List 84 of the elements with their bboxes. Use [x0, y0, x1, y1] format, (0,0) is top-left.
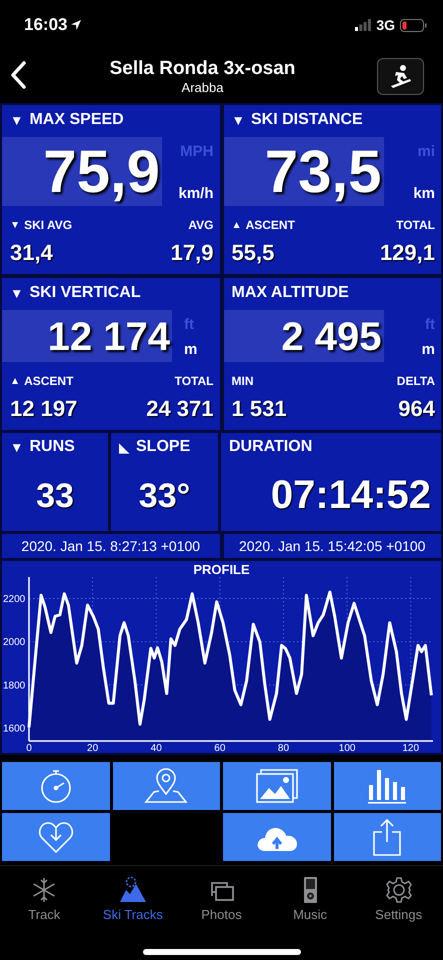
sub-label: TOTAL [174, 374, 214, 388]
stat-title: RUNS [29, 438, 75, 456]
x-tick-label: 0 [26, 743, 32, 751]
sub-label: AVG [188, 218, 214, 232]
x-tick-label: 40 [150, 743, 162, 751]
activity-button[interactable] [377, 58, 424, 95]
settings-icon [384, 876, 413, 904]
heart-button[interactable] [2, 813, 110, 861]
screen-title: Sella Ronda 3x-osan [110, 58, 296, 80]
photos-icon [254, 768, 299, 804]
stat-title: SLOPE [136, 438, 190, 456]
stat-value: 33° [138, 477, 192, 516]
sub-value: 1 531 [232, 396, 288, 422]
sub-label: SKI AVG [24, 218, 72, 232]
sub-label: TOTAL [396, 218, 435, 232]
unit-label[interactable]: km [413, 185, 435, 202]
x-tick-label: 100 [338, 743, 356, 751]
stat-value: 07:14:52 [270, 473, 432, 518]
stat-value: 12 174 [2, 310, 172, 362]
y-tick-label: 1800 [3, 680, 26, 692]
stat-value: 2 495 [224, 310, 384, 362]
bar-chart-icon [367, 768, 408, 804]
x-tick-label: 20 [87, 743, 98, 751]
marker-glyph: ▼ [10, 440, 24, 454]
unit-label[interactable]: m [422, 341, 435, 358]
share-icon [372, 818, 402, 856]
bar-chart-button[interactable] [334, 762, 441, 810]
location-arrow-icon [70, 19, 82, 31]
cloud-upload-button[interactable] [223, 813, 330, 861]
unit-label[interactable]: m [184, 341, 198, 358]
stat-title: DURATION [229, 438, 312, 456]
battery-icon [400, 18, 427, 32]
marker-glyph: ◣ [119, 439, 130, 455]
heart-icon [38, 820, 74, 854]
screen-subtitle: Arabba [182, 80, 224, 95]
sub-value: 55,5 [232, 240, 276, 266]
sub-label: MIN [232, 374, 254, 388]
marker-glyph: ▼ [10, 112, 24, 128]
y-tick-label: 2000 [3, 637, 26, 648]
clock-time: 16:03 [24, 15, 68, 35]
tab[interactable]: Photos [177, 866, 266, 932]
chart-title: PROFILE [193, 562, 250, 577]
tab[interactable]: Music [266, 866, 354, 932]
sub-value: 31,4 [10, 240, 54, 266]
stat-title: SKI DISTANCE [250, 111, 363, 129]
sub-label: DELTA [396, 374, 435, 388]
sub-value: 12 197 [10, 396, 78, 422]
unit-label[interactable]: km/h [178, 185, 214, 202]
stat-title: MAX SPEED [29, 111, 124, 129]
map-pin-icon [144, 768, 188, 804]
tab[interactable]: Track [0, 866, 89, 932]
marker-glyph: ▲ [232, 220, 242, 230]
marker-glyph: ▲ [10, 376, 20, 386]
stopwatch-button[interactable] [2, 762, 110, 810]
y-tick-label: 2200 [3, 594, 26, 606]
stat-value: 73,5 [224, 137, 384, 206]
sub-label: ASCENT [24, 374, 74, 388]
timestamp: 2020. Jan 15. 15:42:05 +0100 [224, 534, 441, 558]
sub-value: 24 371 [146, 396, 214, 422]
marker-glyph: ▼ [232, 112, 245, 128]
photos-button[interactable] [223, 762, 330, 810]
x-tick-label: 60 [214, 743, 226, 751]
sub-label: ASCENT [246, 218, 295, 232]
signal-icon [355, 19, 372, 31]
sub-value: 17,9 [170, 240, 214, 266]
network-label: 3G [376, 17, 395, 33]
tab[interactable]: Settings [354, 866, 443, 932]
x-tick-label: 120 [402, 743, 420, 751]
mountain-icon [118, 876, 147, 904]
sub-value: 129,1 [380, 240, 435, 266]
marker-glyph: ▼ [10, 220, 20, 230]
y-tick-label: 1600 [3, 724, 26, 735]
x-tick-label: 80 [278, 743, 290, 751]
back-button[interactable] [10, 61, 28, 92]
tab[interactable]: Ski Tracks [88, 866, 178, 932]
sub-value: 964 [398, 396, 435, 422]
map-pin-button[interactable] [112, 762, 220, 810]
stat-title: MAX ALTITUDE [232, 284, 349, 302]
share-button[interactable] [334, 813, 441, 861]
stat-value: 75,9 [2, 137, 162, 206]
marker-glyph: ▼ [10, 286, 24, 300]
stat-title: SKI VERTICAL [29, 284, 141, 302]
timestamp: 2020. Jan 15. 8:27:13 +0100 [2, 534, 220, 558]
stat-value: 33 [35, 477, 75, 516]
